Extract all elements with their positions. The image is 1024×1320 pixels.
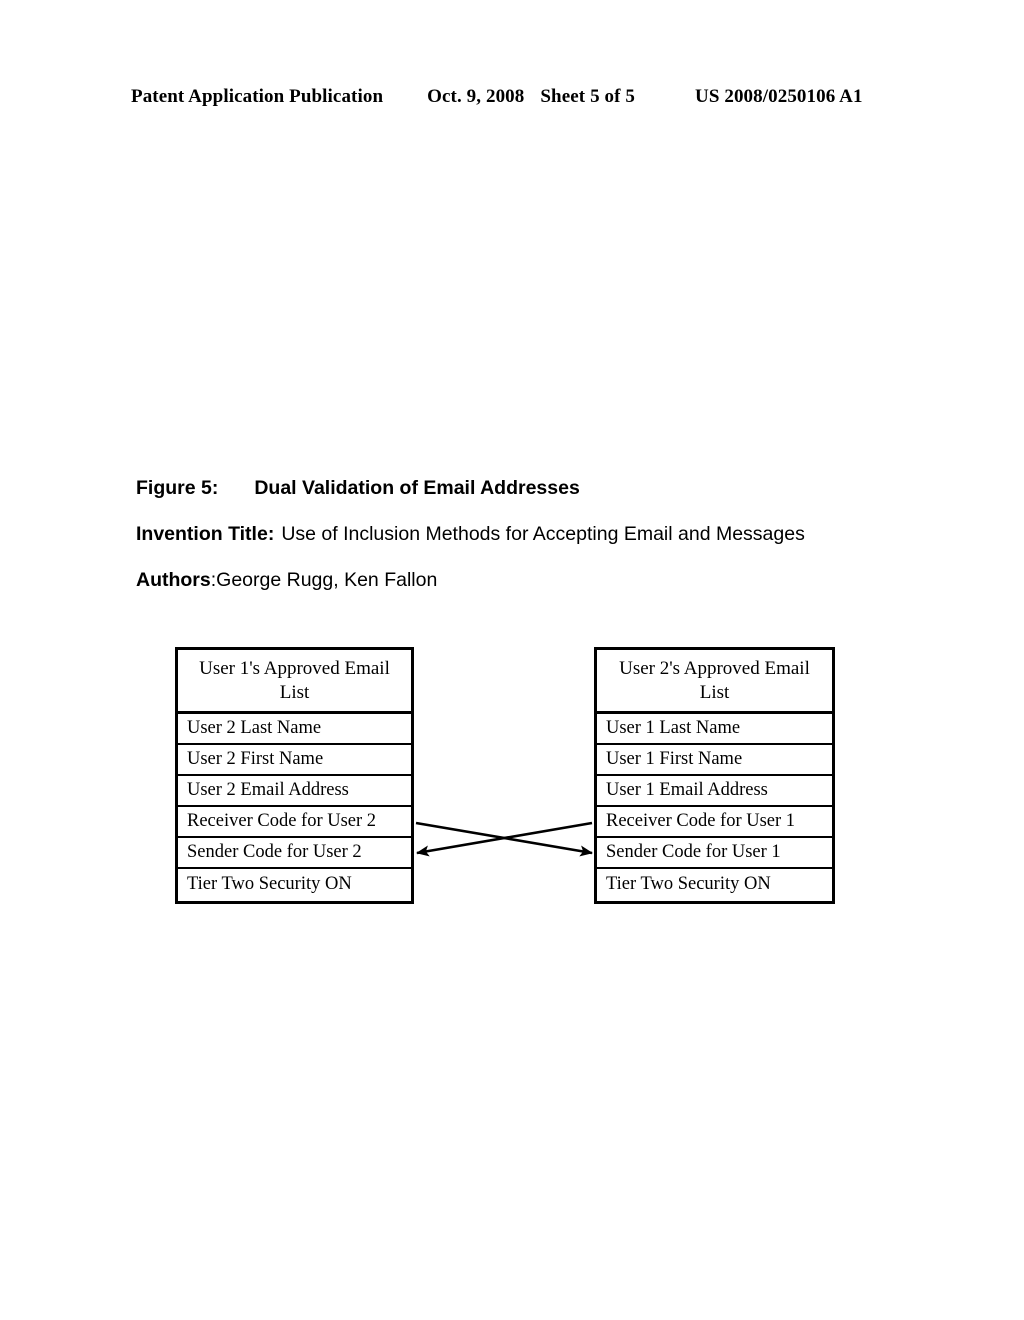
user1-list-header: User 1's Approved Email List <box>178 650 411 714</box>
user2-approved-email-list-table: User 2's Approved Email List User 1 Last… <box>594 647 835 904</box>
table-row: User 1 First Name <box>597 745 832 776</box>
table-row: User 2 Last Name <box>178 714 411 745</box>
table-row: User 2 First Name <box>178 745 411 776</box>
table-row-receiver-code: Receiver Code for User 2 <box>178 807 411 838</box>
table-row-receiver-code: Receiver Code for User 1 <box>597 807 832 838</box>
table-row-sender-code: Sender Code for User 2 <box>178 838 411 869</box>
table-row-tier-two-security: Tier Two Security ON <box>187 874 352 895</box>
table-row: User 2 Email Address <box>178 776 411 807</box>
table-row: User 1 Last Name <box>597 714 832 745</box>
table-row-sender-code: Sender Code for User 1 <box>597 838 832 869</box>
connector-arrows-group <box>415 821 593 857</box>
connector-receiver-left-to-sender-right <box>415 821 593 857</box>
table-row: User 1 Email Address <box>597 776 832 807</box>
user2-list-header: User 2's Approved Email List <box>597 650 832 714</box>
user1-approved-email-list-table: User 1's Approved Email List User 2 Last… <box>175 647 414 904</box>
figure-5-diagram: User 1's Approved Email List User 2 Last… <box>0 0 1024 1320</box>
table-row-tier-two-security: Tier Two Security ON <box>606 874 771 895</box>
connector-receiver-right-to-sender-left <box>416 821 593 857</box>
